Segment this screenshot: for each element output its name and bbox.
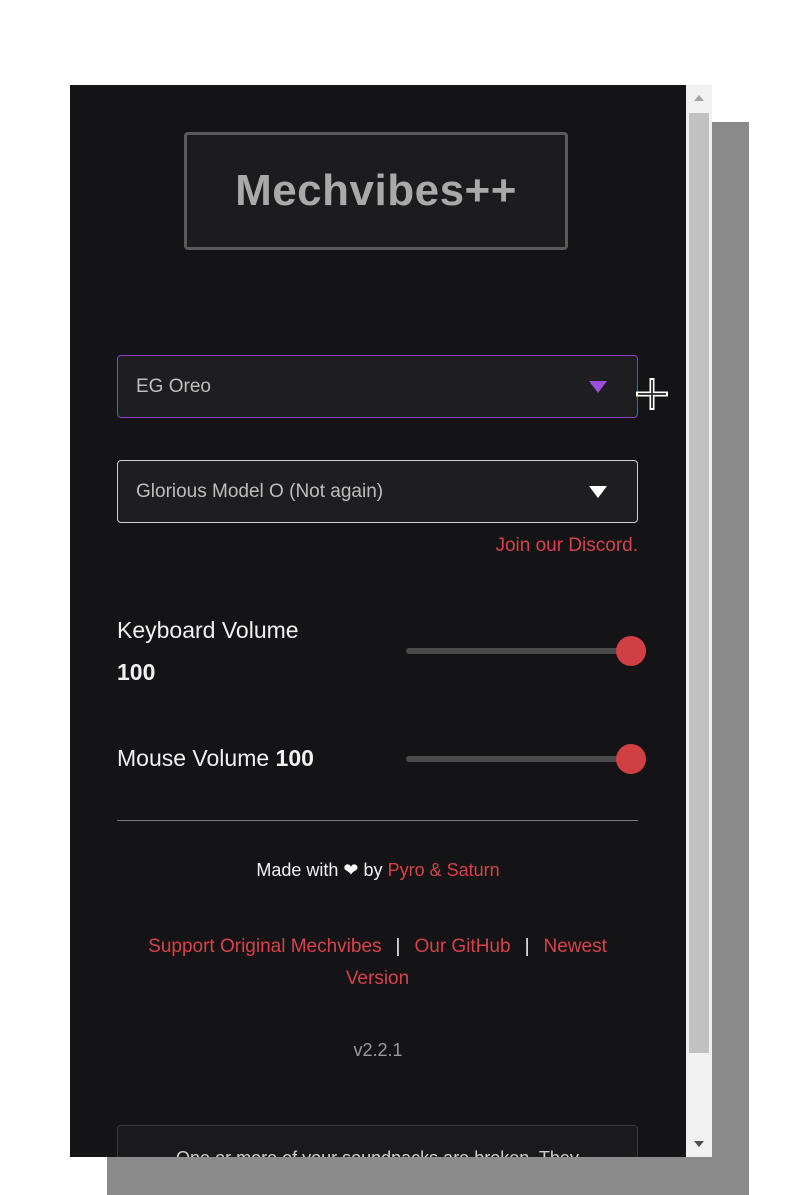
support-original-link[interactable]: Support Original Mechvibes: [148, 936, 381, 957]
app-title: Mechvibes++: [235, 166, 517, 215]
scroll-up-icon[interactable]: [694, 95, 704, 101]
mouse-volume-value: 100: [275, 745, 314, 771]
slider-thumb[interactable]: [616, 636, 646, 666]
notice-text: One or more of your soundpacks are broke…: [176, 1148, 579, 1157]
mouse-volume-text: Mouse Volume: [117, 745, 270, 771]
link-separator: |: [395, 936, 401, 957]
scrollbar-thumb[interactable]: [689, 113, 709, 1053]
keyboard-soundpack-value: EG Oreo: [136, 375, 211, 397]
keyboard-volume-slider[interactable]: [406, 636, 646, 666]
logo: Mechvibes++: [184, 132, 568, 250]
slider-track: [406, 756, 628, 762]
triangle-down-icon: [589, 380, 607, 393]
mouse-volume-label: Mouse Volume 100: [117, 737, 314, 779]
discord-link[interactable]: Join our Discord.: [495, 535, 638, 557]
version-label: v2.2.1: [353, 1040, 403, 1060]
app-window: Mechvibes++ EG Oreo Glorious Model O (No…: [70, 85, 712, 1157]
slider-thumb[interactable]: [616, 744, 646, 774]
keyboard-volume-text: Keyboard Volume: [117, 617, 299, 643]
keyboard-soundpack-select[interactable]: EG Oreo: [117, 355, 638, 418]
by-text: by: [363, 860, 383, 880]
scroll-down-icon[interactable]: [694, 1141, 704, 1147]
divider: [117, 820, 638, 821]
mouse-soundpack-value: Glorious Model O (Not again): [136, 480, 384, 502]
main-content: Mechvibes++ EG Oreo Glorious Model O (No…: [70, 85, 686, 1157]
heart-icon: ❤: [343, 860, 359, 880]
footer-links: Support Original Mechvibes | Our GitHub | Ne…: [117, 931, 638, 995]
slider-track: [406, 648, 628, 654]
mouse-soundpack-select[interactable]: Glorious Model O (Not again): [117, 460, 638, 523]
keyboard-volume-value: 100: [117, 659, 156, 685]
authors-link[interactable]: Pyro & Saturn: [388, 860, 500, 880]
scrollbar[interactable]: [686, 85, 712, 1157]
made-with-text: Made with: [256, 860, 339, 880]
move-cursor-icon: [636, 378, 668, 410]
broken-soundpack-notice: One or more of your soundpacks are broke…: [117, 1125, 638, 1157]
mouse-volume-slider[interactable]: [406, 744, 646, 774]
made-with-credit: Made with ❤ by Pyro & Saturn: [70, 860, 686, 881]
triangle-down-icon: [589, 485, 607, 498]
github-link[interactable]: Our GitHub: [414, 936, 510, 957]
link-separator: |: [524, 936, 530, 957]
keyboard-volume-label: Keyboard Volume 100: [117, 609, 357, 693]
